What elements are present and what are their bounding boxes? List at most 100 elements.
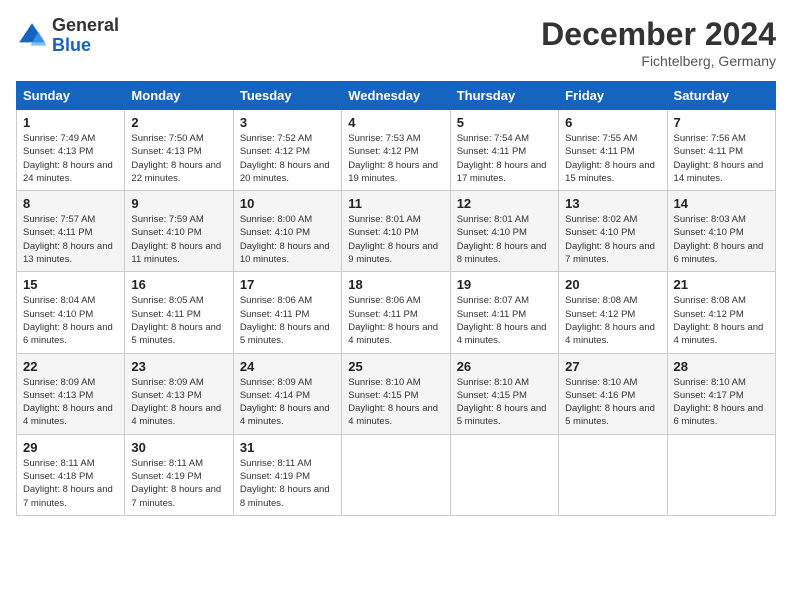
day-number: 7 [674, 115, 769, 130]
calendar-cell: 23 Sunrise: 8:09 AMSunset: 4:13 PMDayligh… [125, 353, 233, 434]
day-number: 28 [674, 359, 769, 374]
header: General Blue December 2024 Fichtelberg, … [16, 16, 776, 69]
calendar-cell: 1Sunrise: 7:49 AMSunset: 4:13 PMDaylight… [17, 110, 125, 191]
calendar-header-row: SundayMondayTuesdayWednesdayThursdayFrid… [17, 82, 776, 110]
calendar-cell: 16 Sunrise: 8:05 AMSunset: 4:11 PMDayligh… [125, 272, 233, 353]
day-detail: Sunrise: 7:54 AMSunset: 4:11 PMDaylight:… [457, 132, 552, 185]
calendar-cell: 8Sunrise: 7:57 AMSunset: 4:11 PMDaylight… [17, 191, 125, 272]
weekday-header: Wednesday [342, 82, 450, 110]
day-number: 12 [457, 196, 552, 211]
day-detail: Sunrise: 8:08 AMSunset: 4:12 PMDaylight:… [674, 294, 769, 347]
calendar-cell: 6 Sunrise: 7:55 AMSunset: 4:11 PMDaylight… [559, 110, 667, 191]
day-detail: Sunrise: 8:09 AMSunset: 4:14 PMDaylight:… [240, 376, 335, 429]
day-detail: Sunrise: 8:10 AMSunset: 4:15 PMDaylight:… [457, 376, 552, 429]
day-detail: Sunrise: 8:01 AMSunset: 4:10 PMDaylight:… [457, 213, 552, 266]
day-detail: Sunrise: 8:11 AMSunset: 4:18 PMDaylight:… [23, 457, 118, 510]
calendar-cell: 15Sunrise: 8:04 AMSunset: 4:10 PMDayligh… [17, 272, 125, 353]
day-number: 27 [565, 359, 660, 374]
calendar-cell: 17 Sunrise: 8:06 AMSunset: 4:11 PMDayligh… [233, 272, 341, 353]
day-detail: Sunrise: 8:11 AMSunset: 4:19 PMDaylight:… [131, 457, 226, 510]
calendar-cell: 10Sunrise: 8:00 AMSunset: 4:10 PMDayligh… [233, 191, 341, 272]
calendar-cell: 27Sunrise: 8:10 AMSunset: 4:16 PMDayligh… [559, 353, 667, 434]
day-number: 16 [131, 277, 226, 292]
weekday-header: Friday [559, 82, 667, 110]
day-detail: Sunrise: 8:05 AMSunset: 4:11 PMDaylight:… [131, 294, 226, 347]
calendar-cell: 18Sunrise: 8:06 AMSunset: 4:11 PMDayligh… [342, 272, 450, 353]
calendar-cell: 4Sunrise: 7:53 AMSunset: 4:12 PMDaylight… [342, 110, 450, 191]
logo-icon [16, 20, 48, 52]
weekday-header: Tuesday [233, 82, 341, 110]
day-detail: Sunrise: 8:09 AMSunset: 4:13 PMDaylight:… [23, 376, 118, 429]
day-detail: Sunrise: 7:50 AMSunset: 4:13 PMDaylight:… [131, 132, 226, 185]
calendar-cell: 14 Sunrise: 8:03 AMSunset: 4:10 PMDayligh… [667, 191, 775, 272]
calendar-cell: 29Sunrise: 8:11 AMSunset: 4:18 PMDayligh… [17, 434, 125, 515]
calendar-cell: 31 Sunrise: 8:11 AMSunset: 4:19 PMDayligh… [233, 434, 341, 515]
location: Fichtelberg, Germany [541, 53, 776, 69]
day-number: 15 [23, 277, 118, 292]
day-detail: Sunrise: 8:10 AMSunset: 4:15 PMDaylight:… [348, 376, 443, 429]
day-number: 17 [240, 277, 335, 292]
calendar-cell: 25 Sunrise: 8:10 AMSunset: 4:15 PMDayligh… [342, 353, 450, 434]
calendar-cell: 19Sunrise: 8:07 AMSunset: 4:11 PMDayligh… [450, 272, 558, 353]
calendar-week-row: 22 Sunrise: 8:09 AMSunset: 4:13 PMDayligh… [17, 353, 776, 434]
calendar-cell: 30 Sunrise: 8:11 AMSunset: 4:19 PMDayligh… [125, 434, 233, 515]
day-number: 22 [23, 359, 118, 374]
day-detail: Sunrise: 8:06 AMSunset: 4:11 PMDaylight:… [348, 294, 443, 347]
day-number: 2 [131, 115, 226, 130]
weekday-header: Sunday [17, 82, 125, 110]
day-number: 23 [131, 359, 226, 374]
day-detail: Sunrise: 8:03 AMSunset: 4:10 PMDaylight:… [674, 213, 769, 266]
day-detail: Sunrise: 8:02 AMSunset: 4:10 PMDaylight:… [565, 213, 660, 266]
calendar-week-row: 15Sunrise: 8:04 AMSunset: 4:10 PMDayligh… [17, 272, 776, 353]
calendar-cell: 3 Sunrise: 7:52 AMSunset: 4:12 PMDaylight… [233, 110, 341, 191]
calendar-cell: 24 Sunrise: 8:09 AMSunset: 4:14 PMDayligh… [233, 353, 341, 434]
logo-text: General Blue [52, 16, 119, 56]
logo: General Blue [16, 16, 119, 56]
calendar-cell: 28Sunrise: 8:10 AMSunset: 4:17 PMDayligh… [667, 353, 775, 434]
day-detail: Sunrise: 8:00 AMSunset: 4:10 PMDaylight:… [240, 213, 335, 266]
day-detail: Sunrise: 7:57 AMSunset: 4:11 PMDaylight:… [23, 213, 118, 266]
day-number: 25 [348, 359, 443, 374]
day-number: 3 [240, 115, 335, 130]
title-area: December 2024 Fichtelberg, Germany [541, 16, 776, 69]
calendar-cell: 5 Sunrise: 7:54 AMSunset: 4:11 PMDaylight… [450, 110, 558, 191]
calendar-body: 1Sunrise: 7:49 AMSunset: 4:13 PMDaylight… [17, 110, 776, 516]
calendar-cell: 20 Sunrise: 8:08 AMSunset: 4:12 PMDayligh… [559, 272, 667, 353]
day-detail: Sunrise: 8:06 AMSunset: 4:11 PMDaylight:… [240, 294, 335, 347]
day-number: 14 [674, 196, 769, 211]
day-number: 4 [348, 115, 443, 130]
day-detail: Sunrise: 8:08 AMSunset: 4:12 PMDaylight:… [565, 294, 660, 347]
month-title: December 2024 [541, 16, 776, 53]
calendar-cell: 22 Sunrise: 8:09 AMSunset: 4:13 PMDayligh… [17, 353, 125, 434]
day-number: 13 [565, 196, 660, 211]
calendar-week-row: 1Sunrise: 7:49 AMSunset: 4:13 PMDaylight… [17, 110, 776, 191]
day-number: 20 [565, 277, 660, 292]
day-detail: Sunrise: 7:52 AMSunset: 4:12 PMDaylight:… [240, 132, 335, 185]
calendar-cell [450, 434, 558, 515]
day-number: 30 [131, 440, 226, 455]
calendar-cell: 7 Sunrise: 7:56 AMSunset: 4:11 PMDaylight… [667, 110, 775, 191]
calendar-week-row: 29Sunrise: 8:11 AMSunset: 4:18 PMDayligh… [17, 434, 776, 515]
day-number: 9 [131, 196, 226, 211]
day-number: 21 [674, 277, 769, 292]
day-number: 5 [457, 115, 552, 130]
calendar-cell [667, 434, 775, 515]
day-number: 31 [240, 440, 335, 455]
calendar-week-row: 8Sunrise: 7:57 AMSunset: 4:11 PMDaylight… [17, 191, 776, 272]
day-number: 24 [240, 359, 335, 374]
day-detail: Sunrise: 8:09 AMSunset: 4:13 PMDaylight:… [131, 376, 226, 429]
weekday-header: Saturday [667, 82, 775, 110]
day-number: 11 [348, 196, 443, 211]
day-detail: Sunrise: 7:56 AMSunset: 4:11 PMDaylight:… [674, 132, 769, 185]
calendar-cell: 11Sunrise: 8:01 AMSunset: 4:10 PMDayligh… [342, 191, 450, 272]
day-detail: Sunrise: 7:55 AMSunset: 4:11 PMDaylight:… [565, 132, 660, 185]
calendar-cell: 2 Sunrise: 7:50 AMSunset: 4:13 PMDaylight… [125, 110, 233, 191]
calendar-cell: 26 Sunrise: 8:10 AMSunset: 4:15 PMDayligh… [450, 353, 558, 434]
day-detail: Sunrise: 8:11 AMSunset: 4:19 PMDaylight:… [240, 457, 335, 510]
calendar-cell: 12 Sunrise: 8:01 AMSunset: 4:10 PMDayligh… [450, 191, 558, 272]
day-number: 26 [457, 359, 552, 374]
day-number: 1 [23, 115, 118, 130]
calendar-cell: 13 Sunrise: 8:02 AMSunset: 4:10 PMDayligh… [559, 191, 667, 272]
day-number: 6 [565, 115, 660, 130]
day-number: 19 [457, 277, 552, 292]
